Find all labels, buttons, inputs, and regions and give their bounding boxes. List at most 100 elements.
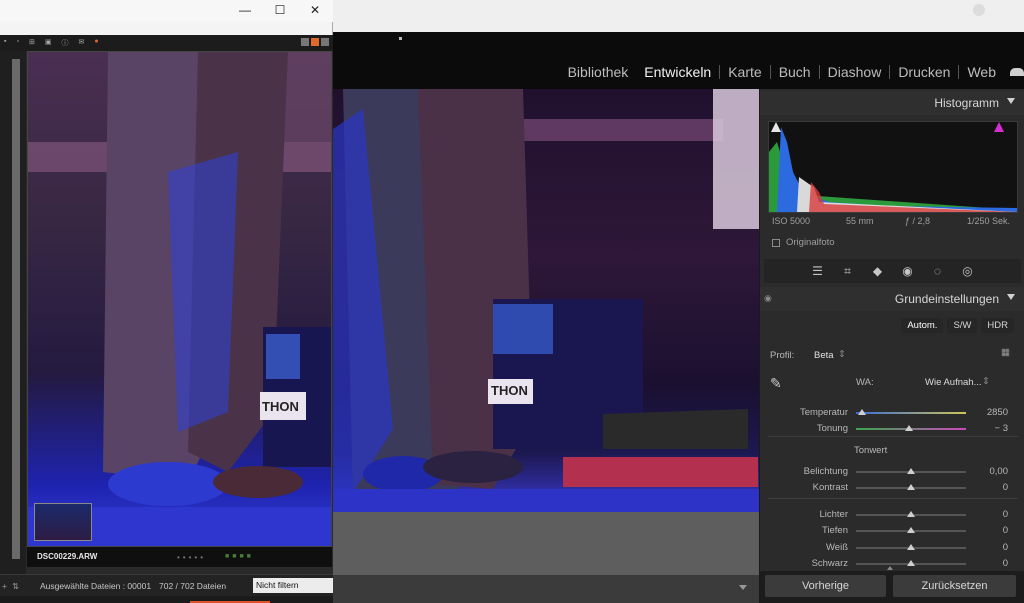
red-eye-icon[interactable]: ◉: [900, 264, 916, 278]
slider-thumb[interactable]: [907, 527, 915, 533]
slider-value[interactable]: 0: [968, 558, 1008, 569]
exif-aperture: ƒ / 2,8: [905, 216, 931, 226]
exif-focal-length: 55 mm: [846, 216, 874, 226]
view-compare-icon[interactable]: [321, 38, 329, 46]
module-bibliothek[interactable]: Bibliothek: [560, 64, 637, 80]
slider-thumb[interactable]: [907, 484, 915, 490]
main-photo-preview[interactable]: THON: [333, 89, 759, 512]
profile-browser-grid-icon[interactable]: ▦: [1001, 347, 1010, 358]
mail-icon[interactable]: ✉: [78, 38, 84, 48]
image-icon[interactable]: ▣: [45, 38, 52, 48]
color-label-dots[interactable]: ■■■■: [225, 553, 254, 560]
slider-label: Tonung: [816, 423, 848, 434]
bottom-button-bar: Vorherige Zurücksetzen: [760, 566, 1024, 603]
mask-icon[interactable]: ◌: [930, 264, 946, 278]
slider-value[interactable]: 0: [968, 525, 1008, 536]
selected-files-label: Ausgewählte Dateien : 00001: [40, 581, 152, 591]
minimize-button[interactable]: —: [233, 3, 257, 17]
histogram-title: Histogramm: [934, 96, 999, 110]
filename-label: DSC00229.ARW: [37, 552, 98, 561]
wb-dropdown-icon[interactable]: ⇕: [982, 376, 990, 387]
reset-button[interactable]: Zurücksetzen: [893, 575, 1016, 597]
module-picker-bar: Bibliothek Entwickeln Karte Buch Diashow…: [333, 32, 1024, 89]
module-karte[interactable]: Karte: [720, 64, 769, 80]
slider-thumb[interactable]: [904, 425, 913, 431]
slider-thumb[interactable]: [907, 511, 915, 517]
histogram-header[interactable]: Histogramm: [760, 91, 1024, 115]
section-divider: [768, 498, 1018, 499]
sort-icon[interactable]: ⇅: [12, 581, 19, 592]
checkbox-icon[interactable]: [772, 238, 780, 247]
basic-panel-header[interactable]: ◉ Grundeinstellungen: [760, 287, 1024, 311]
info-icon[interactable]: ⓘ: [61, 38, 68, 48]
white-balance-eyedropper-icon[interactable]: ✎: [770, 375, 782, 392]
presets-icon[interactable]: ◎: [960, 264, 976, 278]
add-icon[interactable]: +: [2, 581, 7, 591]
exif-iso: ISO 5000: [772, 216, 811, 226]
sliders-icon[interactable]: ☰: [810, 264, 826, 278]
slider-label: Kontrast: [812, 482, 848, 493]
view-grid-icon[interactable]: [301, 38, 309, 46]
toolbar-expand-icon[interactable]: [739, 585, 747, 590]
module-buch[interactable]: Buch: [771, 64, 819, 80]
slider-value[interactable]: − 3: [968, 423, 1008, 434]
hdr-button[interactable]: HDR: [981, 318, 1014, 333]
wb-select[interactable]: Wie Aufnah...: [925, 377, 982, 388]
slider-value[interactable]: 2850: [968, 407, 1008, 418]
panel-toggle-marker[interactable]: [399, 37, 402, 40]
original-photo-toggle[interactable]: Originalfoto: [772, 237, 835, 248]
bw-button[interactable]: S/W: [947, 318, 978, 333]
module-web[interactable]: Web: [959, 64, 1004, 80]
slider-label: Schwarz: [811, 558, 848, 569]
profile-label: Profil:: [770, 350, 795, 361]
healing-icon[interactable]: ◆: [870, 264, 886, 278]
close-button[interactable]: ✕: [303, 3, 327, 17]
grid-icon[interactable]: ▪: [4, 38, 6, 48]
histogram-graph[interactable]: [768, 121, 1018, 213]
slider-thumb[interactable]: [907, 544, 915, 550]
filmstrip-scrollbar[interactable]: [0, 51, 26, 574]
navigator-thumbnail[interactable]: [34, 503, 92, 541]
scrollbar-thumb[interactable]: [12, 59, 20, 559]
develop-preview-area: THON: [333, 89, 759, 603]
secondary-window-body: THON DSC00229.ARW ••••• ■■■■ + ⇅ Ausgewä…: [0, 51, 333, 603]
preview-toolbar: [333, 575, 759, 603]
histogram-curves: [769, 122, 1017, 212]
module-entwickeln[interactable]: Entwickeln: [636, 64, 719, 80]
secondary-photo-preview[interactable]: THON: [27, 51, 332, 547]
secondary-photo-content: THON: [28, 52, 331, 546]
filter-select[interactable]: Nicht filtern: [253, 578, 333, 593]
loupe-icon[interactable]: ▫: [16, 38, 18, 48]
module-diashow[interactable]: Diashow: [820, 64, 890, 80]
slider-value[interactable]: 0: [968, 482, 1008, 493]
crop-icon[interactable]: ⌗: [840, 264, 856, 279]
compare-icon[interactable]: ⊞: [29, 38, 35, 48]
module-drucken[interactable]: Drucken: [890, 64, 958, 80]
slider-value[interactable]: 0: [968, 542, 1008, 553]
slider-label: Weiß: [826, 542, 848, 553]
collapse-triangle-icon[interactable]: [1007, 294, 1015, 300]
auto-button[interactable]: Autom.: [901, 318, 944, 333]
slider-value[interactable]: 0,00: [968, 466, 1009, 477]
slider-thumb[interactable]: [907, 560, 915, 566]
slider-thumb[interactable]: [907, 468, 915, 474]
expand-triangle-icon[interactable]: [887, 566, 893, 570]
cloud-icon[interactable]: [1010, 68, 1024, 76]
collapse-triangle-icon[interactable]: [1007, 98, 1015, 104]
wb-label: WA:: [856, 377, 874, 388]
view-loupe-icon[interactable]: [311, 38, 319, 46]
module-picker: Bibliothek Entwickeln Karte Buch Diashow…: [560, 60, 1024, 84]
exif-shutter: 1/250 Sek.: [967, 216, 1011, 226]
previous-button[interactable]: Vorherige: [765, 575, 886, 597]
eye-icon[interactable]: ◉: [764, 293, 772, 304]
slider-thumb[interactable]: [857, 409, 866, 415]
slider-value[interactable]: 0: [968, 509, 1008, 520]
title-bar-control[interactable]: [973, 4, 985, 16]
maximize-button[interactable]: ☐: [268, 3, 292, 17]
secondary-window: — ☐ ✕ ▪ ▫ ⊞ ▣ ⓘ ✉ ● THON DSC00229.ARW ••…: [0, 0, 333, 603]
profile-select[interactable]: Beta: [814, 350, 834, 361]
basic-panel-title: Grundeinstellungen: [894, 292, 999, 306]
rating-dots[interactable]: •••••: [177, 553, 206, 562]
profile-dropdown-icon[interactable]: ⇕: [838, 349, 846, 360]
slider-track[interactable]: [856, 412, 966, 414]
